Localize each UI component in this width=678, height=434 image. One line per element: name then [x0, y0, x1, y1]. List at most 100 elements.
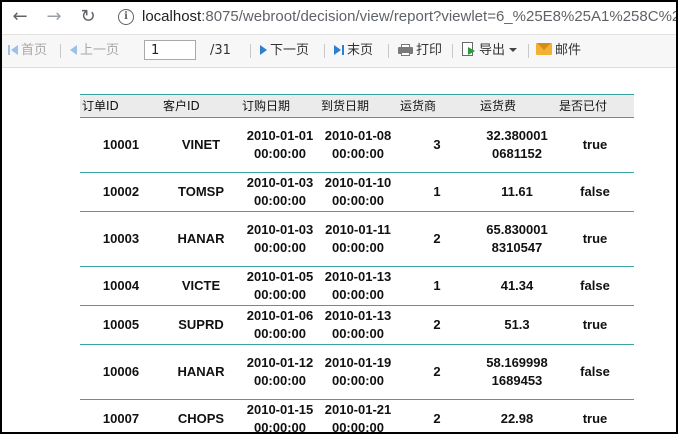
shipper-cell: 2	[396, 345, 478, 399]
toolbar-divider	[60, 44, 61, 58]
url-field[interactable]: localhost:8075/webroot/decision/view/rep…	[142, 8, 676, 25]
export-label: 导出	[479, 43, 506, 58]
url-host: localhost	[142, 8, 202, 25]
freight-cell: 51.3	[478, 306, 556, 344]
customer-id-cell: HANAR	[162, 345, 240, 399]
order-date-cell: 2010-01-03 00:00:00	[240, 173, 320, 211]
customer-id-cell: VICTE	[162, 267, 240, 305]
freight-cell-text: 65.830001 8310547	[486, 222, 548, 255]
shipper-cell-text: 2	[433, 231, 441, 246]
first-page-arrow-icon	[11, 45, 18, 55]
shipper-cell-text: 3	[433, 137, 441, 152]
order-id-cell-text: 10006	[102, 364, 140, 379]
order-date-cell-text: 2010-01-03 00:00:00	[246, 175, 314, 208]
customer-id-cell-text: TOMSP	[178, 184, 224, 199]
customer-id-cell: CHOPS	[162, 400, 240, 432]
prev-page-button[interactable]: 上一页	[70, 35, 119, 67]
paid-cell: true	[556, 400, 634, 432]
order-date-cell: 2010-01-12 00:00:00	[240, 345, 320, 399]
mail-icon	[536, 43, 552, 55]
export-button[interactable]: 导出	[462, 35, 518, 67]
print-button[interactable]: 打印	[398, 35, 442, 67]
order-date-cell-text: 2010-01-05 00:00:00	[246, 269, 314, 302]
next-page-label: 下一页	[270, 43, 310, 58]
paid-cell: false	[556, 267, 634, 305]
toolbar-divider	[388, 44, 389, 58]
freight-cell: 11.61	[478, 173, 556, 211]
toolbar-divider	[250, 44, 251, 58]
report-toolbar: 首页 上一页 1 /31 下一页 末页 打印 导出 邮件	[2, 34, 676, 68]
email-button[interactable]: 邮件	[536, 35, 581, 67]
header-order-id: 订单ID	[82, 99, 119, 113]
shipper-cell-text: 1	[433, 278, 441, 293]
order-id-cell-text: 10004	[102, 278, 140, 293]
order-date-cell: 2010-01-05 00:00:00	[240, 267, 320, 305]
arrival-date-cell-text: 2010-01-13 00:00:00	[324, 308, 392, 341]
next-page-button[interactable]: 下一页	[260, 35, 309, 67]
order-date-cell-text: 2010-01-03 00:00:00	[246, 222, 314, 255]
header-freight: 运货费	[480, 99, 517, 113]
first-page-button[interactable]: 首页	[8, 35, 47, 67]
customer-id-cell: VINET	[162, 118, 240, 172]
next-page-icon	[260, 45, 267, 55]
order-date-cell-text: 2010-01-01 00:00:00	[246, 128, 314, 161]
first-page-label: 首页	[21, 43, 48, 58]
order-id-cell-text: 10005	[102, 317, 140, 332]
customer-id-cell: HANAR	[162, 212, 240, 266]
freight-cell-text: 51.3	[504, 317, 530, 332]
shipper-cell-text: 1	[433, 184, 441, 199]
table-header: 订单ID 客户ID 订购日期 到货日期 运货商 运货费 是否已付	[80, 94, 634, 118]
page-number-input[interactable]: 1	[144, 40, 196, 60]
freight-cell-text: 22.98	[500, 411, 534, 426]
paid-cell-text: true	[582, 231, 608, 246]
paid-cell: true	[556, 118, 634, 172]
reload-icon[interactable]: ↻	[78, 7, 98, 27]
table-row: 10001 VINET 2010-01-01 00:00:00 2010-01-08 …	[80, 118, 634, 173]
arrow-left-icon[interactable]: ←	[10, 7, 30, 27]
header-arrival-date: 到货日期	[321, 99, 370, 113]
order-date-cell: 2010-01-15 00:00:00	[240, 400, 320, 432]
table-row: 10006 HANAR 2010-01-12 00:00:00 2010-01-19 …	[80, 345, 634, 400]
customer-id-cell-text: VINET	[181, 137, 221, 152]
arrival-date-cell: 2010-01-19 00:00:00	[320, 345, 396, 399]
last-page-button[interactable]: 末页	[334, 35, 373, 67]
shipper-cell-text: 2	[433, 411, 441, 426]
shipper-cell: 3	[396, 118, 478, 172]
prev-page-icon	[70, 45, 77, 55]
arrival-date-cell: 2010-01-08 00:00:00	[320, 118, 396, 172]
paid-cell-text: false	[580, 364, 610, 379]
customer-id-cell-text: VICTE	[181, 278, 221, 293]
arrival-date-cell-text: 2010-01-19 00:00:00	[324, 355, 392, 388]
order-id-cell-text: 10002	[102, 184, 140, 199]
order-id-cell: 10004	[80, 267, 162, 305]
freight-cell-text: 58.169998 1689453	[486, 355, 548, 388]
arrival-date-cell: 2010-01-21 00:00:00	[320, 400, 396, 432]
shipper-cell: 2	[396, 212, 478, 266]
paid-cell-text: true	[582, 317, 608, 332]
toolbar-divider	[528, 44, 529, 58]
chevron-down-icon	[509, 48, 518, 52]
order-id-cell: 10003	[80, 212, 162, 266]
order-id-cell: 10001	[80, 118, 162, 172]
export-icon	[462, 42, 476, 57]
last-page-icon	[342, 45, 344, 55]
paid-cell-text: true	[582, 411, 608, 426]
arrival-date-cell-text: 2010-01-10 00:00:00	[324, 175, 392, 208]
arrival-date-cell: 2010-01-13 00:00:00	[320, 267, 396, 305]
paid-cell: true	[556, 306, 634, 344]
arrival-date-cell-text: 2010-01-11 00:00:00	[325, 222, 391, 255]
arrow-right-icon[interactable]: →	[44, 7, 64, 27]
customer-id-cell-text: HANAR	[177, 364, 225, 379]
freight-cell-text: 32.380001 0681152	[486, 128, 548, 161]
customer-id-cell: SUPRD	[162, 306, 240, 344]
order-date-cell-text: 2010-01-12 00:00:00	[246, 355, 314, 388]
order-id-cell-text: 10001	[102, 137, 140, 152]
order-date-cell-text: 2010-01-06 00:00:00	[246, 308, 314, 341]
info-icon[interactable]: i	[118, 9, 134, 25]
page-total: /31	[210, 43, 231, 58]
paid-cell: false	[556, 345, 634, 399]
order-id-cell: 10005	[80, 306, 162, 344]
order-date-cell: 2010-01-01 00:00:00	[240, 118, 320, 172]
shipper-cell-text: 2	[433, 364, 441, 379]
order-id-cell-text: 10007	[102, 411, 140, 426]
